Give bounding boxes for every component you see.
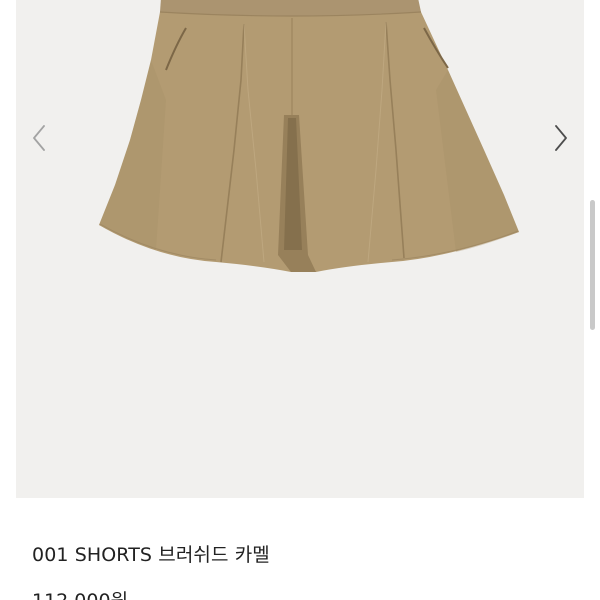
product-price: 112,000원 bbox=[32, 586, 128, 600]
product-image-gallery[interactable] bbox=[16, 0, 584, 498]
chevron-right-icon bbox=[555, 125, 567, 151]
gallery-prev-button[interactable] bbox=[24, 118, 54, 158]
gallery-next-button[interactable] bbox=[546, 118, 576, 158]
product-detail-page: 001 SHORTS 브러쉬드 카멜 112,000원 bbox=[0, 0, 600, 600]
chevron-left-icon bbox=[33, 125, 45, 151]
product-photo bbox=[99, 0, 519, 272]
page-scrollbar[interactable] bbox=[590, 200, 595, 330]
product-name: 001 SHORTS 브러쉬드 카멜 bbox=[32, 544, 270, 566]
